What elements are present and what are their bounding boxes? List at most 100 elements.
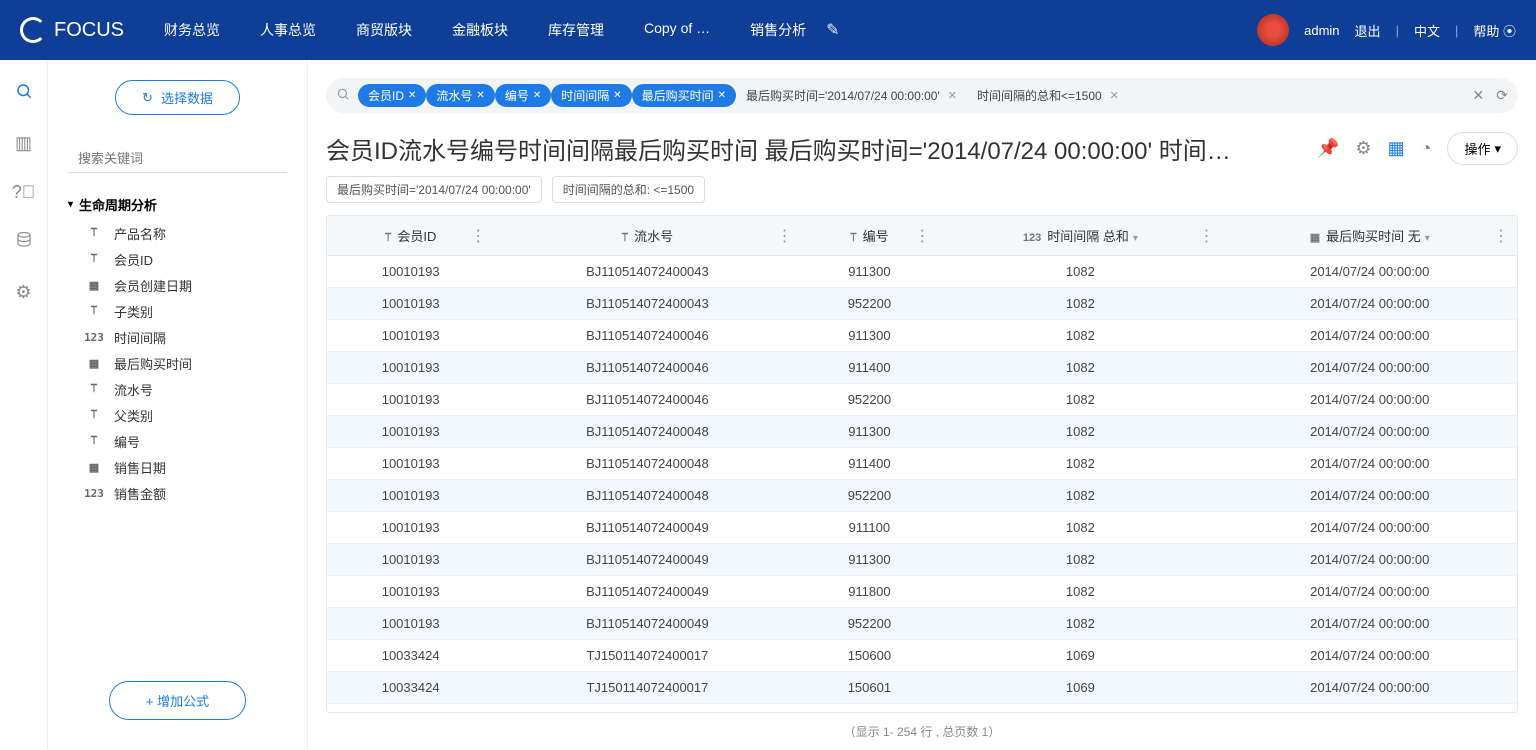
table-row[interactable]: 10010193BJ11051407240004691140010822014/… (327, 352, 1517, 384)
tree-group[interactable]: 生命周期分析 (58, 191, 297, 218)
col-menu-icon[interactable]: ⋮ (914, 226, 930, 246)
nav-item[interactable]: 财务总览 (164, 20, 220, 40)
table-row[interactable]: 10033424TJ15011407240001715060110692014/… (327, 672, 1517, 704)
table-cell: 1082 (938, 352, 1222, 384)
table-row[interactable]: 10033424TJ15011407240001715060010692014/… (327, 640, 1517, 672)
col-menu-icon[interactable]: ⋮ (777, 226, 793, 246)
edit-icon[interactable]: ✎ (826, 20, 839, 40)
search-rail-icon[interactable] (15, 82, 33, 105)
table-view-icon[interactable]: ▦ (1388, 138, 1405, 159)
help-link[interactable]: 帮助 ⦿ (1473, 21, 1516, 40)
table-body: 10010193BJ11051407240004391130010822014/… (327, 256, 1517, 714)
table-row[interactable]: 10010193BJ11051407240004991110010822014/… (327, 512, 1517, 544)
tree-item[interactable]: 123时间间隔 (84, 326, 297, 349)
filter-tag[interactable]: 时间间隔的总和: <=1500 (552, 176, 705, 203)
table-cell: 120232 (801, 704, 939, 714)
table-cell: 2014/07/24 00:00:00 (1222, 576, 1517, 608)
search-chip[interactable]: 编号 ✕ (495, 84, 551, 107)
table-row[interactable]: 10010193BJ11051407240004895220010822014/… (327, 480, 1517, 512)
column-header[interactable]: ⟙会员ID⋮ (327, 216, 494, 256)
search-chip[interactable]: 最后购买时间 ✕ (632, 84, 736, 107)
nav-item[interactable]: 金融板块 (452, 20, 508, 40)
table-cell: 10010193 (327, 352, 494, 384)
date-type-icon: ▦ (84, 461, 104, 474)
search-filter-chip[interactable]: 最后购买时间='2014/07/24 00:00:00' ✕ (736, 84, 967, 107)
column-header[interactable]: ⟙流水号⋮ (494, 216, 800, 256)
table-row[interactable]: 10010193BJ11051407240004391130010822014/… (327, 256, 1517, 288)
operate-button[interactable]: 操作 ▾ (1447, 132, 1518, 165)
table-cell: 952200 (801, 480, 939, 512)
table-cell: 1082 (938, 480, 1222, 512)
table-cell: 1082 (938, 512, 1222, 544)
tree-item[interactable]: ⟙会员ID (84, 248, 297, 271)
tree-item[interactable]: ⟙编号 (84, 430, 297, 453)
table-row[interactable]: 10010193BJ11051407240004891130010822014/… (327, 416, 1517, 448)
filter-tag[interactable]: 最后购买时间='2014/07/24 00:00:00' (326, 176, 542, 203)
table-row[interactable]: 10010193BJ11051407240004891140010822014/… (327, 448, 1517, 480)
search-chip[interactable]: 流水号 ✕ (426, 84, 494, 107)
table-cell: BJ110514072400049 (494, 576, 800, 608)
tree-item[interactable]: ▦会员创建日期 (84, 274, 297, 297)
column-header[interactable]: ▦最后购买时间 无▾⋮ (1222, 216, 1517, 256)
tree-item[interactable]: ▦销售日期 (84, 456, 297, 479)
sidebar-search-input[interactable] (68, 145, 287, 173)
search-bar[interactable]: 会员ID ✕流水号 ✕编号 ✕时间间隔 ✕最后购买时间 ✕最后购买时间='201… (326, 78, 1518, 113)
table-cell: 1082 (938, 448, 1222, 480)
table-row[interactable]: 10010193BJ11051407240004395220010822014/… (327, 288, 1517, 320)
pin-icon[interactable]: 📌 (1317, 138, 1339, 159)
table-row[interactable]: 10010193BJ11051407240004991130010822014/… (327, 544, 1517, 576)
gear-icon[interactable]: ⚙ (1355, 138, 1371, 159)
search-chip[interactable]: 会员ID ✕ (358, 84, 426, 107)
column-header[interactable]: 123时间间隔 总和▾⋮ (938, 216, 1222, 256)
tree-item[interactable]: ⟙父类别 (84, 404, 297, 427)
tree-item[interactable]: ⟙子类别 (84, 300, 297, 323)
nav-item[interactable]: 库存管理 (548, 20, 604, 40)
chip-remove-icon[interactable]: ✕ (476, 90, 484, 101)
lang-link[interactable]: 中文 (1414, 21, 1440, 40)
nav-item[interactable]: Copy of … (644, 20, 710, 40)
settings-rail-icon[interactable]: ⚙ (15, 282, 31, 303)
nav-item[interactable]: 销售分析 (750, 20, 806, 40)
table-row[interactable]: 10010193BJ11051407240004991180010822014/… (327, 576, 1517, 608)
chip-remove-icon[interactable]: ✕ (948, 89, 957, 102)
tree-item[interactable]: ⟙流水号 (84, 378, 297, 401)
tree-item[interactable]: ⟙产品名称 (84, 222, 297, 245)
table-cell: 150600 (801, 640, 939, 672)
tree-item[interactable]: 123销售金额 (84, 482, 297, 505)
logout-link[interactable]: 退出 (1355, 21, 1381, 40)
nav-item[interactable]: 人事总览 (260, 20, 316, 40)
tree-item-label: 销售金额 (114, 484, 166, 503)
avatar[interactable] (1257, 14, 1289, 46)
col-menu-icon[interactable]: ⋮ (1493, 226, 1509, 246)
help-rail-icon[interactable]: ?⃝ (12, 182, 36, 203)
table-cell: 911800 (801, 576, 939, 608)
dashboard-rail-icon[interactable]: ▥ (15, 133, 32, 154)
table-row[interactable]: 10222037TJ11721407240006112023210142014/… (327, 704, 1517, 714)
table-row[interactable]: 10010193BJ11051407240004691130010822014/… (327, 320, 1517, 352)
column-header[interactable]: ⟙编号⋮ (801, 216, 939, 256)
chip-remove-icon[interactable]: ✕ (613, 90, 621, 101)
chip-remove-icon[interactable]: ✕ (533, 90, 541, 101)
search-filter-chip[interactable]: 时间间隔的总和<=1500 ✕ (967, 84, 1129, 107)
nav-item[interactable]: 商贸版块 (356, 20, 412, 40)
table-row[interactable]: 10010193BJ11051407240004995220010822014/… (327, 608, 1517, 640)
reload-icon[interactable]: ⟳ (1496, 87, 1508, 104)
add-formula-button[interactable]: + 增加公式 (109, 681, 246, 720)
clear-icon[interactable]: ✕ (1473, 87, 1485, 104)
table-footer: （显示 1- 254 行 , 总页数 1） (326, 713, 1518, 750)
search-chip[interactable]: 时间间隔 ✕ (551, 84, 631, 107)
chip-remove-icon[interactable]: ✕ (408, 90, 416, 101)
col-menu-icon[interactable]: ⋮ (1198, 226, 1214, 246)
chip-remove-icon[interactable]: ✕ (1110, 89, 1119, 102)
table-row[interactable]: 10010193BJ11051407240004695220010822014/… (327, 384, 1517, 416)
db-rail-icon[interactable] (15, 231, 33, 254)
select-data-button[interactable]: ↻ 选择数据 (115, 80, 240, 115)
table-cell: 2014/07/24 00:00:00 (1222, 512, 1517, 544)
chart-view-icon[interactable]: ◔ (1421, 138, 1432, 159)
tree-item[interactable]: ▦最后购买时间 (84, 352, 297, 375)
table-wrap[interactable]: ⟙会员ID⋮⟙流水号⋮⟙编号⋮123时间间隔 总和▾⋮▦最后购买时间 无▾⋮ 1… (326, 215, 1518, 713)
chip-remove-icon[interactable]: ✕ (718, 90, 726, 101)
table-cell: BJ110514072400049 (494, 608, 800, 640)
col-menu-icon[interactable]: ⋮ (470, 226, 486, 246)
col-label: 时间间隔 总和 (1047, 229, 1129, 244)
